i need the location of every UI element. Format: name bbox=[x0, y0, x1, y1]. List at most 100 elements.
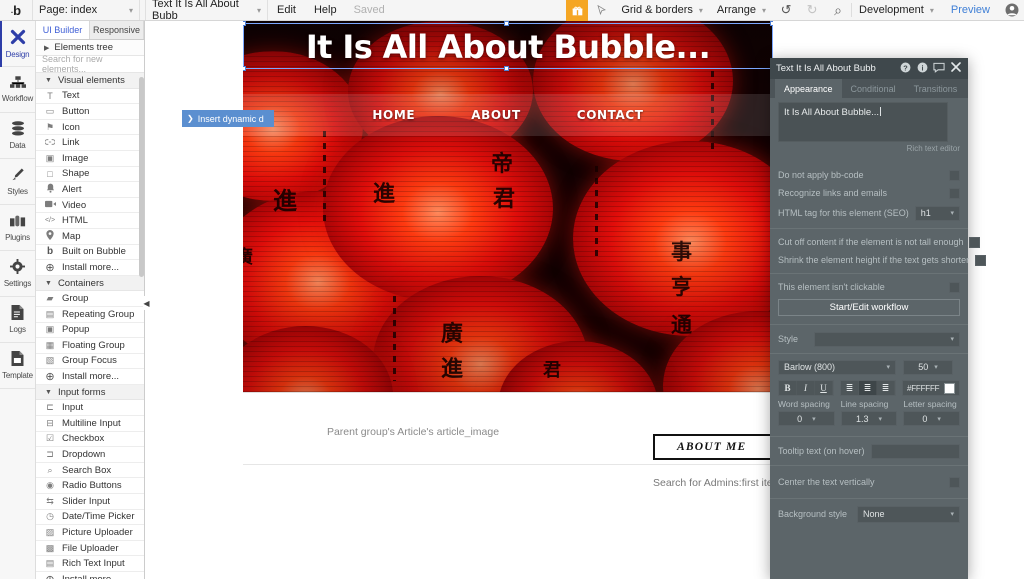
palette-item-rich-text-input[interactable]: ▤ Rich Text Input bbox=[36, 556, 144, 572]
align-left-button[interactable]: ≣ bbox=[841, 381, 859, 395]
palette-item-group[interactable]: ▰ Group bbox=[36, 291, 144, 307]
article-image-placeholder[interactable]: Parent group's Article's article_image bbox=[273, 426, 553, 444]
line-spacing-dropdown[interactable]: 1.3 ▾ bbox=[840, 411, 898, 426]
menu-help[interactable]: Help bbox=[305, 0, 346, 20]
avatar[interactable] bbox=[1000, 0, 1024, 20]
palette-item-map[interactable]: Map bbox=[36, 228, 144, 245]
pointer-icon[interactable] bbox=[588, 0, 614, 20]
element-selector[interactable]: Text It Is All About Bubb ▾ bbox=[145, 0, 268, 22]
palette-item-popup[interactable]: ▣ Popup bbox=[36, 322, 144, 339]
word-spacing-dropdown[interactable]: 0 ▾ bbox=[778, 411, 835, 426]
tab-conditional[interactable]: Conditional bbox=[842, 79, 905, 98]
font-size-dropdown[interactable]: 50 ▾ bbox=[903, 359, 953, 375]
text-content-editor[interactable]: It Is All About Bubble... bbox=[778, 102, 948, 142]
palette-item-link[interactable]: Link bbox=[36, 135, 144, 151]
underline-button[interactable]: U bbox=[815, 381, 833, 395]
rail-item-workflow[interactable]: Workflow bbox=[0, 67, 35, 113]
close-icon[interactable] bbox=[950, 62, 962, 75]
palette-item-slider-input[interactable]: ⇆ Slider Input bbox=[36, 494, 144, 510]
row-background-style[interactable]: Background style None ▾ bbox=[770, 503, 968, 525]
palette-group-input-forms[interactable]: ▼ Input forms bbox=[36, 384, 144, 401]
resize-handle-nw[interactable] bbox=[243, 21, 246, 26]
palette-scrollbar[interactable] bbox=[139, 77, 144, 277]
checkbox-not-clickable[interactable] bbox=[949, 281, 960, 293]
checkbox-cut-off-content[interactable] bbox=[969, 236, 981, 248]
row-center-vertically[interactable]: Center the text vertically bbox=[770, 470, 968, 494]
gift-icon[interactable] bbox=[566, 0, 589, 21]
palette-item-built-on-bubble[interactable]: b Built on Bubble bbox=[36, 244, 144, 261]
row-tooltip[interactable]: Tooltip text (on hover) bbox=[770, 441, 968, 461]
italic-button[interactable]: I bbox=[797, 381, 815, 395]
search-icon[interactable]: ⌕ bbox=[825, 0, 851, 20]
palette-item-install-more-containers[interactable]: ⊕ Install more... bbox=[36, 369, 144, 385]
info-icon[interactable]: i bbox=[916, 62, 928, 76]
palette-item-file-uploader[interactable]: ▩ File Uploader bbox=[36, 540, 144, 557]
row-style[interactable]: Style ▾ bbox=[770, 329, 968, 349]
palette-item-install-more-inputs[interactable]: ⊕ Install more... bbox=[36, 572, 144, 579]
search-input[interactable]: Search for new elements... bbox=[36, 54, 144, 74]
align-center-button[interactable]: ≣ bbox=[859, 381, 877, 395]
palette-item-picture-uploader[interactable]: ▨ Picture Uploader bbox=[36, 525, 144, 541]
checkbox-shrink-height[interactable] bbox=[975, 254, 987, 266]
resize-handle-s[interactable] bbox=[504, 66, 509, 71]
row-recognize-links[interactable]: Recognize links and emails bbox=[770, 184, 968, 202]
tab-appearance[interactable]: Appearance bbox=[775, 79, 842, 98]
tooltip-input[interactable] bbox=[870, 443, 960, 459]
comment-icon[interactable] bbox=[933, 62, 945, 76]
background-style-dropdown[interactable]: None ▾ bbox=[857, 505, 960, 523]
resize-handle-ne[interactable] bbox=[770, 21, 773, 26]
page-selector[interactable]: Page: index ▾ bbox=[32, 0, 140, 20]
palette-item-radio-buttons[interactable]: ◉ Radio Buttons bbox=[36, 478, 144, 495]
palette-item-install-more-visual[interactable]: ⊕ Install more... bbox=[36, 260, 144, 276]
rail-item-data[interactable]: Data bbox=[0, 113, 35, 159]
text-color-swatch[interactable] bbox=[944, 382, 956, 394]
palette-item-search-box[interactable]: ⌕ Search Box bbox=[36, 462, 144, 479]
rail-item-design[interactable]: Design bbox=[0, 20, 35, 67]
nav-link-home[interactable]: HOME bbox=[372, 108, 415, 122]
undo-icon[interactable]: ↺ bbox=[773, 0, 799, 20]
help-icon[interactable]: ? bbox=[899, 62, 911, 76]
menu-edit[interactable]: Edit bbox=[268, 0, 305, 20]
bubble-logo-icon[interactable]: .b bbox=[0, 0, 32, 20]
insert-dynamic-data-button[interactable]: ❯ Insert dynamic d bbox=[182, 110, 274, 127]
palette-item-html[interactable]: </> HTML bbox=[36, 213, 144, 229]
palette-item-group-focus[interactable]: ▧ Group Focus bbox=[36, 353, 144, 370]
checkbox-recognize-links[interactable] bbox=[949, 187, 960, 199]
palette-item-multiline-input[interactable]: ⊟ Multiline Input bbox=[36, 416, 144, 432]
palette-item-button[interactable]: ▭ Button bbox=[36, 104, 144, 120]
align-right-button[interactable]: ≣ bbox=[877, 381, 895, 395]
row-do-not-apply-bbcode[interactable]: Do not apply bb-code bbox=[770, 166, 968, 184]
nav-link-about[interactable]: ABOUT bbox=[471, 108, 521, 122]
style-dropdown[interactable]: ▾ bbox=[814, 331, 960, 347]
tab-ui-builder[interactable]: UI Builder bbox=[36, 21, 90, 39]
html-tag-dropdown[interactable]: h1 ▾ bbox=[914, 205, 960, 221]
rail-item-styles[interactable]: Styles bbox=[0, 159, 35, 205]
palette-group-visual-elements[interactable]: ▼ Visual elements bbox=[36, 73, 144, 89]
palette-item-date-time-picker[interactable]: ◷ Date/Time Picker bbox=[36, 509, 144, 526]
version-selector[interactable]: Development ▾ bbox=[852, 0, 941, 20]
palette-item-video[interactable]: Video bbox=[36, 197, 144, 214]
resize-handle-n[interactable] bbox=[504, 21, 509, 26]
rich-text-editor-label[interactable]: Rich text editor bbox=[907, 144, 960, 153]
palette-collapse-handle[interactable]: ◀ bbox=[143, 296, 150, 310]
row-html-tag[interactable]: HTML tag for this element (SEO) h1 ▾ bbox=[770, 202, 968, 224]
property-editor-panel[interactable]: Text It Is All About Bubb ? i Appearance… bbox=[770, 58, 987, 579]
checkbox-center-vertically[interactable] bbox=[949, 476, 960, 488]
palette-item-checkbox[interactable]: ☑ Checkbox bbox=[36, 431, 144, 448]
selection-box[interactable] bbox=[243, 21, 773, 71]
preview-button[interactable]: Preview bbox=[941, 4, 1000, 16]
letter-spacing-dropdown[interactable]: 0 ▾ bbox=[903, 411, 961, 426]
palette-item-text[interactable]: T Text bbox=[36, 88, 144, 105]
page-preview[interactable]: 進 進 帝 君 事 亨 通 廣 進 君 廣 HOME ABOUT CONTACT… bbox=[243, 21, 833, 579]
start-edit-workflow-button[interactable]: Start/Edit workflow bbox=[778, 299, 960, 316]
nav-link-contact[interactable]: CONTACT bbox=[577, 108, 644, 122]
resize-handle-sw[interactable] bbox=[243, 66, 246, 71]
rail-item-settings[interactable]: Settings bbox=[0, 251, 35, 297]
palette-group-containers[interactable]: ▼ Containers bbox=[36, 275, 144, 292]
bold-button[interactable]: B bbox=[779, 381, 797, 395]
row-cut-off-content[interactable]: Cut off content if the element is not ta… bbox=[770, 233, 981, 251]
font-family-dropdown[interactable]: Barlow (800) ▾ bbox=[778, 359, 896, 375]
row-not-clickable[interactable]: This element isn't clickable bbox=[770, 278, 968, 296]
palette-item-repeating-group[interactable]: ▤ Repeating Group bbox=[36, 306, 144, 323]
redo-icon[interactable]: ↻ bbox=[799, 0, 825, 20]
